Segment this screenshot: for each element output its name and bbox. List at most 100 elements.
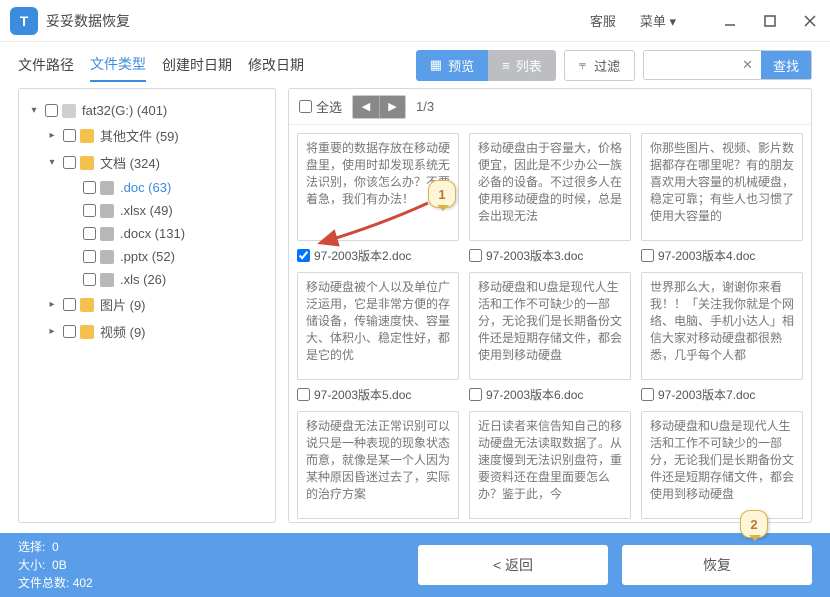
file-thumb[interactable]: 世界那么大，谢谢你来看我！！「关注我你就是个网络、电脑、手机小达人」相信大家对移… bbox=[641, 272, 803, 380]
page-indicator: 1/3 bbox=[416, 99, 434, 114]
tab-created[interactable]: 创建时日期 bbox=[162, 49, 232, 81]
next-page-button[interactable]: ▶ bbox=[379, 96, 405, 118]
file-thumb[interactable]: 移动硬盘由于容量大，价格便宜，因此是不少办公一族必备的设备。不过很多人在使用移动… bbox=[469, 133, 631, 241]
list-view-button[interactable]: ≡列表 bbox=[488, 50, 556, 81]
file-icon bbox=[100, 250, 114, 264]
file-name: 97-2003版本5.doc bbox=[314, 386, 411, 403]
file-checkbox[interactable] bbox=[641, 388, 654, 401]
file-icon bbox=[100, 273, 114, 287]
callout-2: 2 bbox=[740, 510, 768, 538]
select-all[interactable]: 全选 bbox=[299, 97, 342, 116]
file-thumb[interactable]: 近日读者来信告知自己的移动硬盘无法读取数据了。从速度慢到无法识别盘符，重要资料还… bbox=[469, 411, 631, 519]
list-icon: ≡ bbox=[502, 58, 510, 73]
file-checkbox[interactable] bbox=[469, 249, 482, 262]
tree-root[interactable]: ▾fat32(G:) (401) bbox=[25, 99, 269, 122]
tab-modified[interactable]: 修改日期 bbox=[248, 49, 304, 81]
tree-xlsx[interactable]: .xlsx (49) bbox=[25, 199, 269, 222]
tree-label: .pptx (52) bbox=[120, 249, 175, 264]
file-checkbox[interactable] bbox=[641, 249, 654, 262]
tree-video[interactable]: ▸视频 (9) bbox=[25, 318, 269, 345]
app-logo: T bbox=[10, 7, 38, 35]
file-thumb[interactable]: 你那些图片、视频、影片数据都存在哪里呢？有的朋友喜欢用大容量的机械硬盘，稳定可靠… bbox=[641, 133, 803, 241]
folder-icon bbox=[80, 156, 94, 170]
file-checkbox[interactable] bbox=[297, 249, 310, 262]
file-checkbox[interactable] bbox=[469, 388, 482, 401]
tree-checkbox[interactable] bbox=[83, 181, 96, 194]
tree-checkbox[interactable] bbox=[63, 325, 76, 338]
prev-page-button[interactable]: ◀ bbox=[353, 96, 379, 118]
file-checkbox[interactable] bbox=[297, 388, 310, 401]
footer-stats: 选择: 0 大小: 0B 文件总数: 402 bbox=[18, 538, 93, 592]
search-clear-icon[interactable]: ✕ bbox=[734, 57, 761, 73]
file-item[interactable]: 97-2003版本4.doc bbox=[641, 247, 803, 264]
tree-checkbox[interactable] bbox=[45, 104, 58, 117]
file-tree: ▾fat32(G:) (401) ▸ 其他文件 (59) ▾文档 (324) .d… bbox=[18, 88, 276, 523]
tree-checkbox[interactable] bbox=[83, 227, 96, 240]
file-item[interactable]: 97-2003版本6.doc bbox=[469, 386, 631, 403]
service-link[interactable]: 客服 bbox=[590, 11, 616, 30]
pager: ◀ ▶ bbox=[352, 95, 406, 119]
tree-label: .docx (131) bbox=[120, 226, 185, 241]
thumbnail-grid: 将重要的数据存放在移动硬盘里，使用时却发现系统无法识别，你该怎么办？不要着急，我… bbox=[289, 125, 811, 522]
select-all-checkbox[interactable] bbox=[299, 100, 312, 113]
file-name: 97-2003版本3.doc bbox=[486, 247, 583, 264]
tree-label: .xlsx (49) bbox=[120, 203, 173, 218]
chevron-right-icon: ▸ bbox=[45, 299, 59, 310]
tree-label: fat32(G:) (401) bbox=[82, 103, 167, 118]
file-thumb[interactable]: 移动硬盘无法正常识别可以说只是一种表现的现象状态而意，就像是某一个人因为某种原因… bbox=[297, 411, 459, 519]
app-title: 妥妥数据恢复 bbox=[46, 11, 590, 31]
minimize-button[interactable] bbox=[720, 11, 740, 31]
tabbar: 文件路径 文件类型 创建时日期 修改日期 ▦预览 ≡列表 ⫧过滤 ✕ 查找 bbox=[0, 42, 830, 88]
close-button[interactable] bbox=[800, 11, 820, 31]
chevron-down-icon: ▾ bbox=[669, 14, 676, 29]
folder-icon bbox=[80, 325, 94, 339]
chevron-right-icon: ▸ bbox=[45, 130, 59, 141]
tree-label: 文档 (324) bbox=[100, 153, 160, 172]
file-name: 97-2003版本7.doc bbox=[658, 386, 755, 403]
menu-link[interactable]: 菜单 ▾ bbox=[640, 11, 676, 30]
preview-view-button[interactable]: ▦预览 bbox=[416, 50, 488, 81]
tree-docx[interactable]: .docx (131) bbox=[25, 222, 269, 245]
file-icon bbox=[100, 227, 114, 241]
tree-xls[interactable]: .xls (26) bbox=[25, 268, 269, 291]
tree-checkbox[interactable] bbox=[83, 250, 96, 263]
search-input[interactable] bbox=[644, 58, 734, 73]
file-icon bbox=[100, 181, 114, 195]
file-name: 97-2003版本4.doc bbox=[658, 247, 755, 264]
file-item[interactable]: 97-2003版本3.doc bbox=[469, 247, 631, 264]
tree-checkbox[interactable] bbox=[63, 129, 76, 142]
file-name: 97-2003版本6.doc bbox=[486, 386, 583, 403]
file-item[interactable]: 97-2003版本7.doc bbox=[641, 386, 803, 403]
tree-checkbox[interactable] bbox=[83, 204, 96, 217]
file-thumb[interactable]: 移动硬盘和U盘是现代人生活和工作不可缺少的一部分，无论我们是长期备份文件还是短期… bbox=[469, 272, 631, 380]
tree-checkbox[interactable] bbox=[83, 273, 96, 286]
file-thumb[interactable]: 移动硬盘和U盘是现代人生活和工作不可缺少的一部分，无论我们是长期备份文件还是短期… bbox=[641, 411, 803, 519]
tree-label: 视频 (9) bbox=[100, 322, 146, 341]
search-button[interactable]: 查找 bbox=[761, 51, 811, 79]
tree-label: .xls (26) bbox=[120, 272, 166, 287]
maximize-button[interactable] bbox=[760, 11, 780, 31]
tab-path[interactable]: 文件路径 bbox=[18, 49, 74, 81]
grid-icon: ▦ bbox=[430, 57, 442, 73]
folder-icon bbox=[80, 298, 94, 312]
tree-other[interactable]: ▸ 其他文件 (59) bbox=[25, 122, 269, 149]
tree-label: 其他文件 (59) bbox=[100, 126, 179, 145]
file-name: 97-2003版本2.doc bbox=[314, 247, 411, 264]
tree-docs[interactable]: ▾文档 (324) bbox=[25, 149, 269, 176]
tree-pptx[interactable]: .pptx (52) bbox=[25, 245, 269, 268]
file-thumb[interactable]: 移动硬盘被个人以及单位广泛运用，它是非常方便的存储设备，传输速度快、容量大、体积… bbox=[297, 272, 459, 380]
tree-doc[interactable]: .doc (63) bbox=[25, 176, 269, 199]
recover-button[interactable]: 恢复 bbox=[622, 545, 812, 585]
file-item[interactable]: 97-2003版本2.doc bbox=[297, 247, 459, 264]
filter-icon: ⫧ bbox=[579, 57, 586, 73]
disk-icon bbox=[62, 104, 76, 118]
tab-type[interactable]: 文件类型 bbox=[90, 48, 146, 82]
tree-pics[interactable]: ▸图片 (9) bbox=[25, 291, 269, 318]
back-button[interactable]: < 返回 bbox=[418, 545, 608, 585]
filter-button[interactable]: ⫧过滤 bbox=[564, 50, 635, 81]
titlebar: T 妥妥数据恢复 客服 菜单 ▾ bbox=[0, 0, 830, 42]
file-item[interactable]: 97-2003版本5.doc bbox=[297, 386, 459, 403]
tree-checkbox[interactable] bbox=[63, 298, 76, 311]
tree-checkbox[interactable] bbox=[63, 156, 76, 169]
folder-icon bbox=[80, 129, 94, 143]
